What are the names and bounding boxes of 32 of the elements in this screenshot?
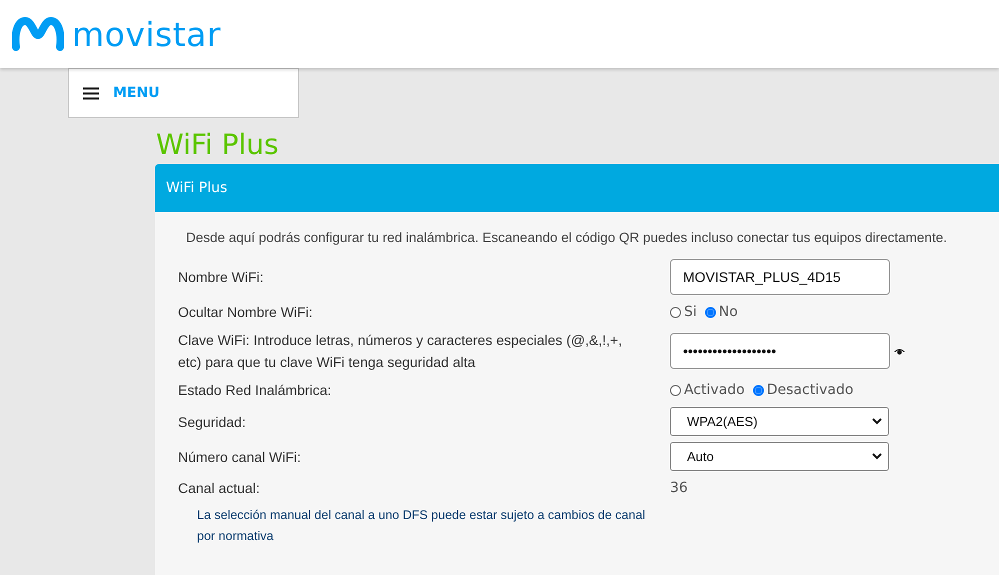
- channel-value: 36: [670, 480, 688, 496]
- channel-note: La selección manual del canal a uno DFS puede estar sujeto a cambios de canal por normativa: [197, 507, 646, 545]
- password-field[interactable]: •••••••••••••••••••: [670, 333, 890, 369]
- field-label: Clave WiFi: Introduce letras, números y caracteres especiales (@,&,!,+, etc) para que tu clave WiFi tenga seguridad alta: [178, 331, 624, 372]
- radio-label: Si: [684, 304, 697, 320]
- radio-button[interactable]: [670, 384, 681, 396]
- field-label: Seguridad:: [178, 412, 247, 432]
- menu-icon: [83, 86, 99, 100]
- field-label: Canal actual:: [178, 479, 261, 498]
- radio-option[interactable]: Si: [670, 304, 697, 320]
- wifi-name-field[interactable]: MOVISTAR_PLUS_4D15: [670, 259, 890, 295]
- chevron-icon: [872, 453, 882, 460]
- field-label: Número canal WiFi:: [178, 448, 302, 466]
- radio-button[interactable]: [752, 384, 764, 396]
- radio-option[interactable]: Activado: [670, 382, 745, 398]
- radio-button[interactable]: [704, 306, 716, 318]
- dropdown[interactable]: WPA2(AES): [670, 407, 889, 436]
- radio-button[interactable]: [670, 306, 681, 318]
- dropdown[interactable]: Auto: [670, 442, 889, 471]
- radio-option[interactable]: No: [704, 304, 738, 320]
- description: Desde aquí podrás configurar tu red inalámbrica. Escaneando el código QR puedes incluso conectar tus equipos directamente.: [186, 230, 948, 245]
- logo-text: movistar: [72, 18, 221, 50]
- radio-label: Activado: [684, 382, 745, 398]
- radio-label: No: [718, 304, 738, 320]
- panel-title: WiFi Plus: [166, 180, 228, 196]
- field-label: Estado Red Inalámbrica:: [178, 381, 332, 400]
- field-label: Ocultar Nombre WiFi:: [178, 303, 314, 322]
- eye-icon[interactable]: [894, 347, 905, 355]
- page-title: WiFi Plus: [156, 128, 280, 162]
- logo-icon: [12, 17, 64, 51]
- field-label: Nombre WiFi:: [178, 268, 265, 287]
- chevron-icon: [872, 418, 882, 425]
